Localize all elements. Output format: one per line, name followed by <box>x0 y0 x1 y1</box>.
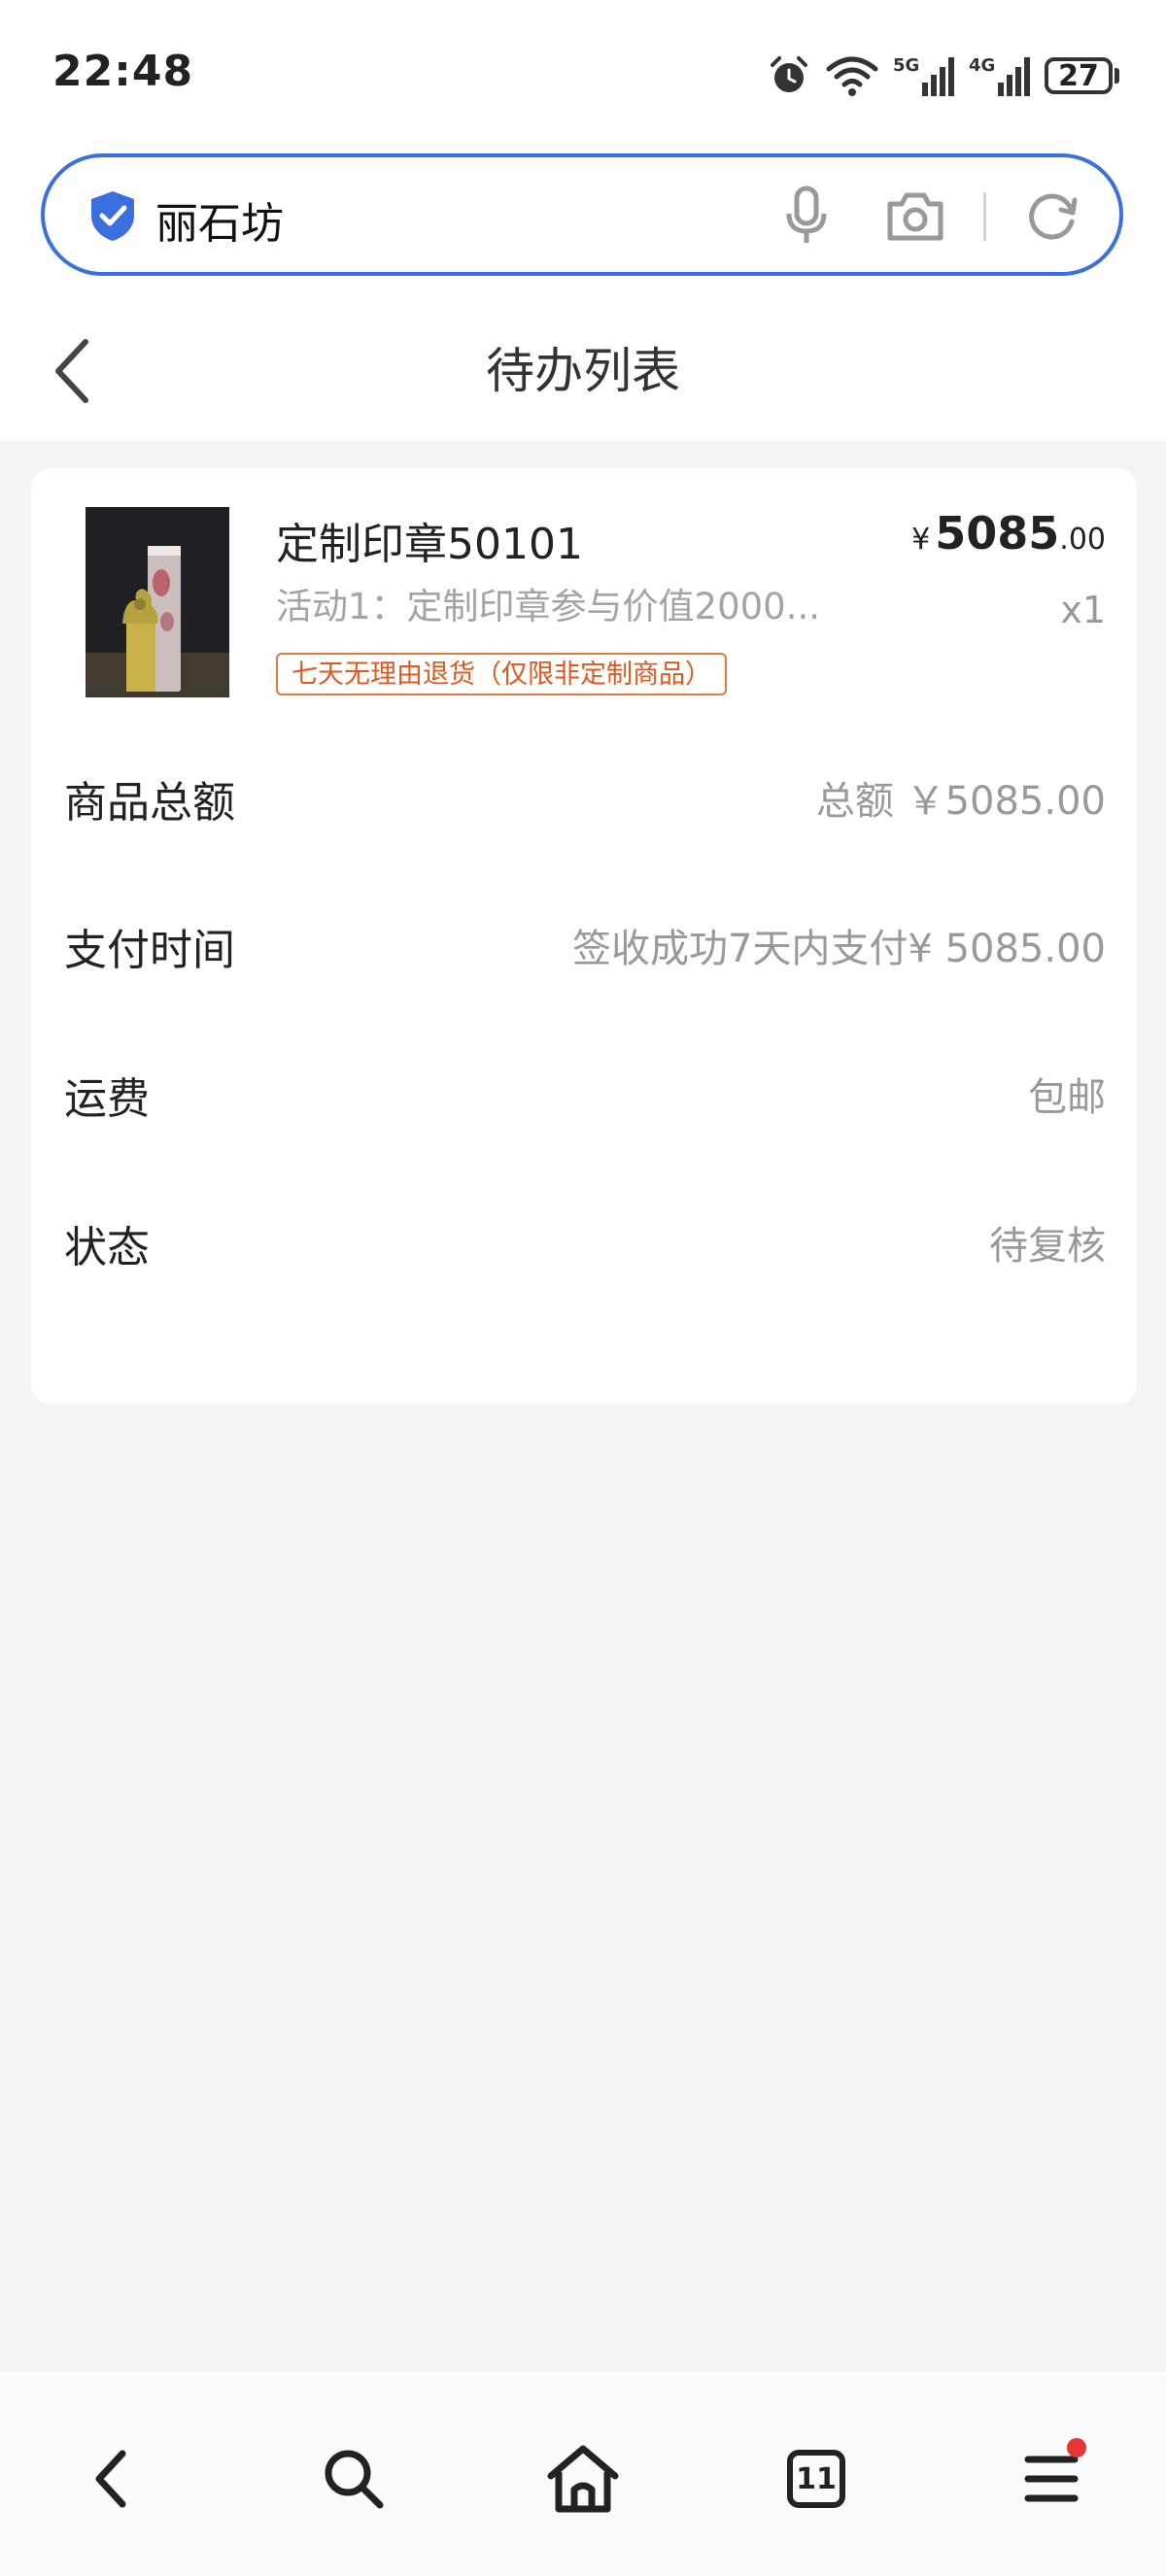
product-image[interactable] <box>86 507 229 697</box>
battery-icon: 27 <box>1045 57 1119 94</box>
return-policy-tag: 七天无理由退货（仅限非定制商品） <box>276 653 727 695</box>
svg-text:5G: 5G <box>893 55 919 76</box>
product-name[interactable]: 定制印章50101 <box>276 509 583 571</box>
status-value: 待复核 <box>989 1224 1106 1269</box>
bottom-navigation: 11 <box>0 2372 1166 2576</box>
tab-count: 11 <box>796 2461 837 2496</box>
detail-value: 包邮 <box>1028 1075 1106 1120</box>
detail-label: 状态 <box>64 1223 150 1272</box>
price-integer: 5085 <box>935 507 1060 559</box>
detail-row-total: 商品总额 总额 ￥5085.00 <box>64 758 1106 835</box>
search-divider <box>983 192 986 241</box>
search-input[interactable]: 丽石坊 <box>41 153 1123 276</box>
product-description: 活动1：定制印章参与价值2000... <box>276 586 820 627</box>
notification-dot <box>1067 2438 1086 2457</box>
search-query[interactable]: 丽石坊 <box>155 188 284 251</box>
page-title: 待办列表 <box>486 343 680 399</box>
detail-label: 运费 <box>64 1074 150 1124</box>
shield-icon <box>91 191 134 241</box>
page-header: 待办列表 <box>0 301 1166 441</box>
microphone-icon[interactable] <box>779 185 834 247</box>
status-time: 22:48 <box>52 47 194 96</box>
nav-menu-button[interactable] <box>1003 2430 1100 2527</box>
search-icon <box>325 2450 384 2509</box>
detail-value: 总额 ￥5085.00 <box>815 779 1106 824</box>
refresh-icon[interactable] <box>1024 188 1080 245</box>
nav-search-button[interactable] <box>305 2430 402 2527</box>
price-currency: ¥ <box>911 523 931 557</box>
status-icons: 5G 4G 27 <box>767 49 1119 103</box>
status-bar: 22:48 5G 4G 27 <box>0 0 1166 146</box>
detail-row-status: 状态 待复核 <box>64 1203 1106 1280</box>
svg-text:4G: 4G <box>969 55 995 76</box>
alarm-icon <box>771 56 807 92</box>
tabs-icon: 11 <box>787 2450 845 2508</box>
nav-home-button[interactable] <box>534 2430 632 2527</box>
battery-level: 27 <box>1045 57 1113 94</box>
nav-back-button[interactable] <box>64 2430 161 2527</box>
detail-value: 签收成功7天内支付¥ 5085.00 <box>571 927 1106 971</box>
product-price: ¥ 5085.00 <box>911 507 1106 559</box>
detail-row-payment-time: 支付时间 签收成功7天内支付¥ 5085.00 <box>64 905 1106 983</box>
price-decimal: .00 <box>1059 523 1106 557</box>
back-icon <box>95 2450 126 2508</box>
home-icon <box>547 2445 619 2513</box>
detail-label: 支付时间 <box>64 926 235 975</box>
wifi-icon <box>826 56 878 96</box>
product-quantity: x1 <box>1060 589 1106 631</box>
order-card[interactable]: 定制印章50101 活动1：定制印章参与价值2000... 七天无理由退货（仅限… <box>31 468 1137 1405</box>
signal-5g-icon: 5G <box>893 55 954 96</box>
camera-icon[interactable] <box>884 190 946 243</box>
nav-tabs-button[interactable]: 11 <box>768 2430 865 2527</box>
detail-row-shipping: 运费 包邮 <box>64 1054 1106 1132</box>
detail-label: 商品总额 <box>64 778 235 828</box>
menu-icon <box>1024 2456 1079 2502</box>
search-bar-container: 丽石坊 <box>0 146 1166 301</box>
signal-4g-icon: 4G <box>969 55 1030 96</box>
